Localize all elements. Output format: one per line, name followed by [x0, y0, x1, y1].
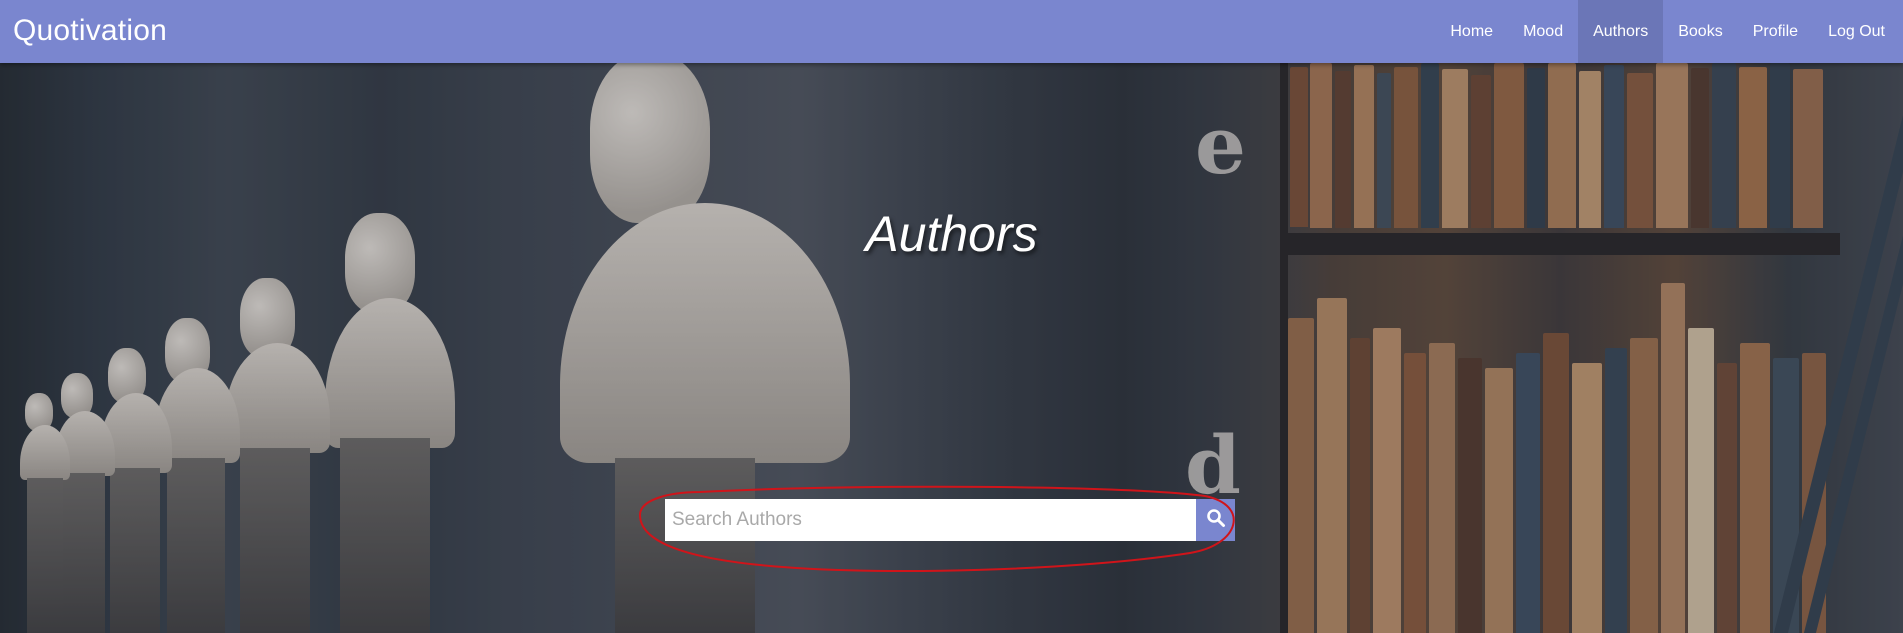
nav-books[interactable]: Books: [1663, 0, 1737, 63]
nav-authors[interactable]: Authors: [1578, 0, 1664, 63]
hero-overlay: [0, 63, 1903, 633]
main-nav: Home Mood Authors Books Profile Log Out: [1435, 0, 1903, 63]
hero-background: e d: [0, 63, 1903, 633]
nav-profile[interactable]: Profile: [1738, 0, 1813, 63]
search-form: [665, 499, 1235, 541]
nav-mood[interactable]: Mood: [1508, 0, 1578, 63]
page-title: Authors: [865, 206, 1038, 262]
top-navbar: Quotivation Home Mood Authors Books Prof…: [0, 0, 1903, 63]
nav-logout[interactable]: Log Out: [1813, 0, 1903, 63]
search-button[interactable]: [1196, 499, 1235, 541]
brand-logo[interactable]: Quotivation: [13, 13, 167, 49]
search-icon: [1206, 508, 1226, 533]
nav-home[interactable]: Home: [1435, 0, 1508, 63]
search-authors-input[interactable]: [665, 499, 1196, 541]
